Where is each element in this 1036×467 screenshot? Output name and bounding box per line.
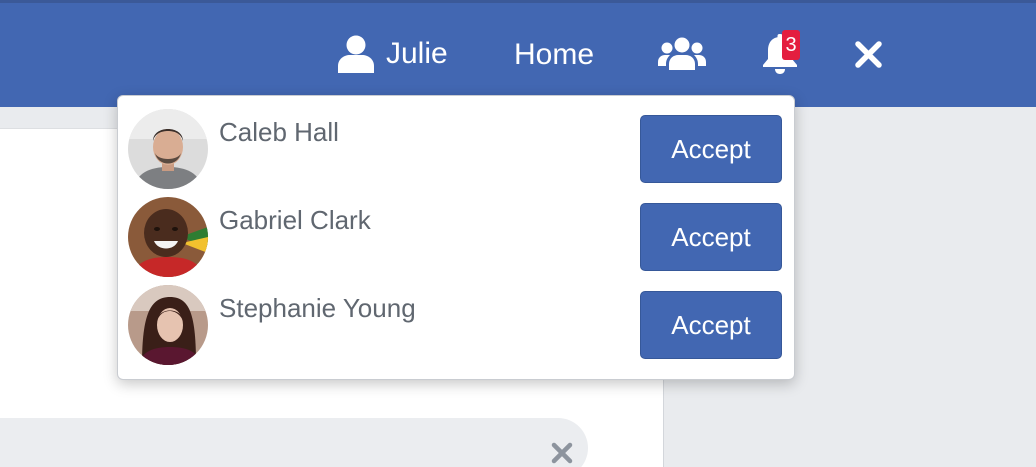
avatar[interactable] [128,109,208,189]
friend-request-name[interactable]: Gabriel Clark [219,204,371,236]
avatar-image [128,285,208,365]
notification-badge: 3 [782,30,800,60]
search-bar[interactable] [0,418,588,467]
friend-request-name[interactable]: Caleb Hall [219,116,339,148]
friend-request-row: Stephanie Young Accept [118,272,794,365]
friends-icon[interactable] [658,36,706,72]
accept-button[interactable]: Accept [640,203,782,271]
friend-request-row: Caleb Hall Accept [118,96,794,189]
nav-user-link[interactable]: Julie [338,34,448,74]
avatar-image [128,197,208,277]
user-icon [338,35,374,73]
navbar-edge [0,0,1036,3]
accept-button[interactable]: Accept [640,291,782,359]
avatar[interactable] [128,197,208,277]
accept-button[interactable]: Accept [640,115,782,183]
nav-user-name: Julie [386,37,448,70]
avatar[interactable] [128,285,208,365]
close-icon[interactable] [855,41,882,68]
nav-home-link[interactable]: Home [514,37,594,73]
avatar-image [128,109,208,189]
clear-search-icon[interactable] [551,442,573,464]
friend-request-name[interactable]: Stephanie Young [219,292,416,324]
friend-request-row: Gabriel Clark Accept [118,184,794,277]
friend-requests-dropdown: Caleb Hall Accept Gabriel Clark Accept S… [117,95,795,380]
